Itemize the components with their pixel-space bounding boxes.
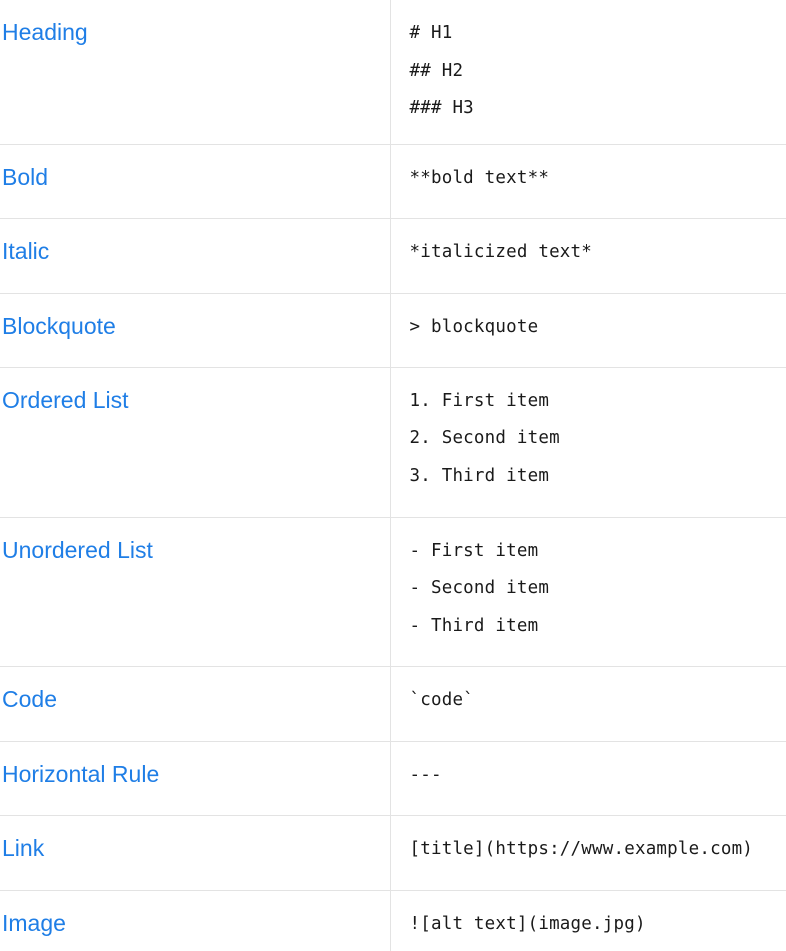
element-cell: Unordered List <box>0 517 391 666</box>
syntax-line: `code` <box>409 689 474 710</box>
element-cell: Image <box>0 890 391 951</box>
table-row: Code `code` <box>0 666 786 741</box>
syntax-cell: # H1 ## H2 ### H3 <box>390 0 786 144</box>
table-row: Blockquote > blockquote <box>0 293 786 367</box>
table-row: Heading # H1 ## H2 ### H3 <box>0 0 786 144</box>
syntax-cell: **bold text** <box>390 144 786 218</box>
syntax-line: # H1 <box>409 23 453 43</box>
element-cell: Horizontal Rule <box>0 741 391 815</box>
element-link-blockquote[interactable]: Blockquote <box>2 313 116 339</box>
syntax-line: *italicized text* <box>409 241 593 262</box>
syntax-cell: > blockquote <box>390 293 786 367</box>
syntax-line: ### H3 <box>409 98 474 118</box>
syntax-cell: --- <box>390 741 786 815</box>
element-link-unordered-list[interactable]: Unordered List <box>2 537 153 563</box>
syntax-line: 2. Second item <box>409 428 560 448</box>
syntax-table: Heading # H1 ## H2 ### H3 Bold **bold te… <box>0 0 786 951</box>
table-row: Ordered List 1. First item 2. Second ite… <box>0 367 786 517</box>
element-cell: Heading <box>0 0 391 144</box>
syntax-line: 3. Third item <box>409 465 550 486</box>
syntax-line: - Second item <box>409 578 550 598</box>
markdown-cheatsheet: Heading # H1 ## H2 ### H3 Bold **bold te… <box>0 0 786 951</box>
syntax-cell: `code` <box>390 666 786 741</box>
element-cell: Bold <box>0 144 391 218</box>
element-cell: Italic <box>0 218 391 293</box>
syntax-line: [title](https://www.example.com) <box>409 838 754 859</box>
table-row: Link [title](https://www.example.com) <box>0 815 786 890</box>
syntax-line: ## H2 <box>409 60 464 81</box>
element-link-ordered-list[interactable]: Ordered List <box>2 387 129 413</box>
syntax-line: - Third item <box>409 615 539 636</box>
table-row: Bold **bold text** <box>0 144 786 218</box>
element-cell: Link <box>0 815 391 890</box>
syntax-line: 1. First item <box>409 390 550 411</box>
element-link-link[interactable]: Link <box>2 835 44 861</box>
syntax-line: - First item <box>409 540 539 561</box>
element-link-horizontal-rule[interactable]: Horizontal Rule <box>2 761 159 787</box>
syntax-cell: ![alt text](image.jpg) <box>390 890 786 951</box>
table-row: Horizontal Rule --- <box>0 741 786 815</box>
syntax-line: ![alt text](image.jpg) <box>409 913 646 934</box>
element-link-heading[interactable]: Heading <box>2 19 88 45</box>
element-cell: Code <box>0 666 391 741</box>
element-cell: Blockquote <box>0 293 391 367</box>
syntax-line: > blockquote <box>409 316 539 337</box>
syntax-cell: - First item - Second item - Third item <box>390 517 786 666</box>
element-link-bold[interactable]: Bold <box>2 164 48 190</box>
element-cell: Ordered List <box>0 367 391 517</box>
syntax-line: --- <box>409 764 442 785</box>
syntax-cell: *italicized text* <box>390 218 786 293</box>
element-link-code[interactable]: Code <box>2 686 57 712</box>
syntax-cell: 1. First item 2. Second item 3. Third it… <box>390 367 786 517</box>
syntax-cell: [title](https://www.example.com) <box>390 815 786 890</box>
syntax-line: **bold text** <box>409 167 550 188</box>
element-link-image[interactable]: Image <box>2 910 66 936</box>
element-link-italic[interactable]: Italic <box>2 238 49 264</box>
table-row: Unordered List - First item - Second ite… <box>0 517 786 666</box>
table-row: Image ![alt text](image.jpg) <box>0 890 786 951</box>
table-row: Italic *italicized text* <box>0 218 786 293</box>
